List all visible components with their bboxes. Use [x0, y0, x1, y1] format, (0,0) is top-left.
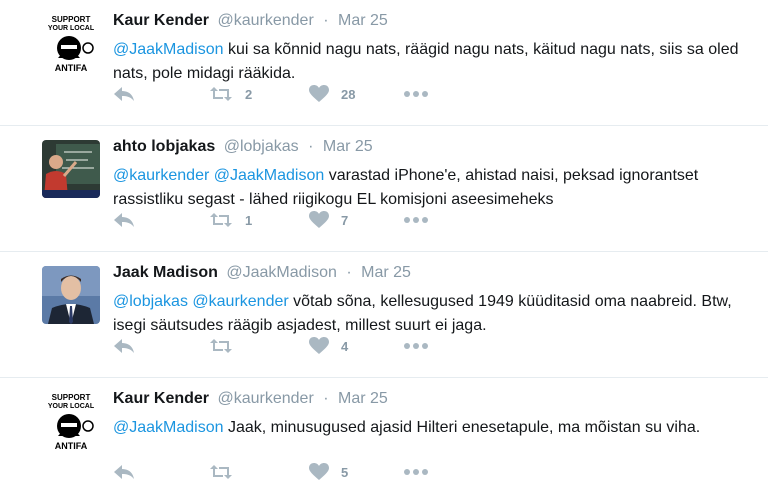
tweet-text: @JaakMadison Jaak, minusugused ajasid Hi…: [113, 416, 753, 440]
svg-text:YOUR LOCAL: YOUR LOCAL: [48, 403, 95, 410]
chalkboard-photo-icon: [42, 140, 100, 198]
retweet-icon: [210, 465, 232, 479]
reply-button[interactable]: [113, 210, 135, 230]
tweet-header: Kaur Kender @kaurkender · Mar 25: [113, 12, 388, 30]
more-dots-icon: [404, 343, 428, 349]
tweet-actions: 2 28: [113, 84, 443, 104]
separator: ·: [308, 138, 314, 155]
retweet-count: 2: [245, 86, 253, 102]
antifa-logo-icon: SUPPORT YOUR LOCAL ANTIFA: [42, 14, 100, 72]
avatar[interactable]: SUPPORT YOUR LOCAL ANTIFA: [42, 14, 100, 72]
separator: ·: [323, 12, 329, 29]
antifa-logo-icon: SUPPORT YOUR LOCAL ANTIFA: [42, 392, 100, 450]
like-button[interactable]: 7: [309, 210, 348, 230]
svg-text:ANTIFA: ANTIFA: [55, 441, 88, 450]
tweet-actions: 1 7: [113, 210, 443, 230]
tweet-date[interactable]: Mar 25: [323, 138, 373, 155]
mention-link[interactable]: @JaakMadison: [113, 419, 224, 436]
tweet-date[interactable]: Mar 25: [338, 390, 388, 407]
mention-link[interactable]: @lobjakas: [113, 293, 188, 310]
display-name[interactable]: ahto lobjakas: [113, 138, 215, 155]
user-handle[interactable]: @kaurkender: [217, 12, 313, 29]
svg-text:ANTIFA: ANTIFA: [55, 63, 88, 72]
avatar[interactable]: SUPPORT YOUR LOCAL ANTIFA: [42, 392, 100, 450]
tweet-date[interactable]: Mar 25: [338, 12, 388, 29]
like-count: 4: [341, 338, 349, 354]
tweet-actions: 4: [113, 336, 443, 356]
avatar[interactable]: [42, 140, 100, 198]
like-button[interactable]: 5: [309, 462, 348, 482]
tweet-header: ahto lobjakas @lobjakas · Mar 25: [113, 138, 373, 156]
heart-icon: [309, 211, 329, 228]
retweet-button[interactable]: [209, 462, 245, 482]
retweet-button[interactable]: 1: [209, 210, 252, 230]
tweet-body: Jaak, minusugused ajasid Hilteri eneseta…: [223, 419, 701, 436]
display-name[interactable]: Jaak Madison: [113, 264, 218, 281]
mention-link[interactable]: @JaakMadison: [214, 167, 325, 184]
tweet[interactable]: ahto lobjakas @lobjakas · Mar 25 @kaurke…: [0, 126, 768, 252]
display-name[interactable]: Kaur Kender: [113, 390, 209, 407]
heart-icon: [309, 337, 329, 354]
more-dots-icon: [404, 217, 428, 223]
retweet-icon: [210, 87, 232, 101]
retweet-count: 1: [245, 212, 253, 228]
tweet-text: @JaakMadison kui sa kõnnid nagu nats, rä…: [113, 38, 753, 86]
tweet-text: @kaurkender @JaakMadison varastad iPhone…: [113, 164, 753, 212]
heart-icon: [309, 85, 329, 102]
like-button[interactable]: 4: [309, 336, 348, 356]
retweet-button[interactable]: [209, 336, 245, 356]
tweet[interactable]: Jaak Madison @JaakMadison · Mar 25 @lobj…: [0, 252, 768, 378]
tweet[interactable]: SUPPORT YOUR LOCAL ANTIFA Kaur Kender @k…: [0, 0, 768, 126]
tweet-date[interactable]: Mar 25: [361, 264, 411, 281]
tweet-header: Jaak Madison @JaakMadison · Mar 25: [113, 264, 411, 282]
user-handle[interactable]: @kaurkender: [217, 390, 313, 407]
mention-link[interactable]: @JaakMadison: [113, 41, 224, 58]
more-button[interactable]: [403, 210, 429, 230]
user-handle[interactable]: @lobjakas: [224, 138, 299, 155]
avatar[interactable]: [42, 266, 100, 324]
svg-text:SUPPORT: SUPPORT: [52, 393, 91, 402]
reply-button[interactable]: [113, 84, 135, 104]
portrait-photo-icon: [42, 266, 100, 324]
tweet-text: @lobjakas @kaurkender võtab sõna, kelles…: [113, 290, 753, 338]
more-button[interactable]: [403, 84, 429, 104]
heart-icon: [309, 463, 329, 480]
reply-icon: [114, 339, 134, 353]
like-button[interactable]: 28: [309, 84, 355, 104]
more-button[interactable]: [403, 336, 429, 356]
retweet-icon: [210, 213, 232, 227]
tweet-header: Kaur Kender @kaurkender · Mar 25: [113, 390, 388, 408]
reply-button[interactable]: [113, 462, 135, 482]
tweet-actions: 5: [113, 462, 443, 482]
user-handle[interactable]: @JaakMadison: [226, 264, 337, 281]
reply-icon: [114, 465, 134, 479]
retweet-icon: [210, 339, 232, 353]
more-button[interactable]: [403, 462, 429, 482]
svg-text:YOUR LOCAL: YOUR LOCAL: [48, 25, 95, 32]
separator: ·: [346, 264, 352, 281]
like-count: 28: [341, 86, 356, 102]
svg-text:SUPPORT: SUPPORT: [52, 15, 91, 24]
reply-icon: [114, 87, 134, 101]
like-count: 5: [341, 464, 349, 480]
like-count: 7: [341, 212, 349, 228]
tweet-timeline: SUPPORT YOUR LOCAL ANTIFA Kaur Kender @k…: [0, 0, 768, 501]
display-name[interactable]: Kaur Kender: [113, 12, 209, 29]
separator: ·: [323, 390, 329, 407]
reply-button[interactable]: [113, 336, 135, 356]
more-dots-icon: [404, 469, 428, 475]
reply-icon: [114, 213, 134, 227]
more-dots-icon: [404, 91, 428, 97]
mention-link[interactable]: @kaurkender: [113, 167, 209, 184]
tweet[interactable]: SUPPORT YOUR LOCAL ANTIFA Kaur Kender @k…: [0, 378, 768, 501]
mention-link[interactable]: @kaurkender: [192, 293, 288, 310]
retweet-button[interactable]: 2: [209, 84, 252, 104]
